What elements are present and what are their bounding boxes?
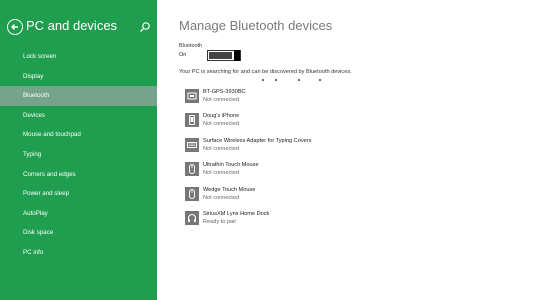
sidebar-item-display[interactable]: Display xyxy=(0,67,157,87)
sidebar-item-disk-space[interactable]: Disk space xyxy=(0,223,157,243)
main-content: Manage Bluetooth devices Bluetooth On Yo… xyxy=(157,0,534,300)
sidebar-item-pc-info[interactable]: PC info xyxy=(0,243,157,263)
device-name: Wedge Touch Mouse xyxy=(203,186,256,193)
sidebar-item-label: PC info xyxy=(23,248,44,256)
device-name: Doug's iPhone xyxy=(203,113,240,120)
search-status-text: Your PC is searching for and can be disc… xyxy=(179,69,352,75)
bluetooth-toggle[interactable] xyxy=(207,50,241,61)
device-status: Ready to pair xyxy=(203,218,237,225)
toggle-thumb xyxy=(234,50,240,61)
sidebar-item-typing[interactable]: Typing xyxy=(0,145,157,165)
progress-dot xyxy=(275,79,277,81)
bluetooth-state: On xyxy=(179,52,187,58)
device-name: Ultrathin Touch Mouse xyxy=(203,162,259,169)
gps-device-icon xyxy=(185,89,199,103)
sidebar-item-label: Corners and edges xyxy=(23,170,76,178)
sidebar-item-label: Bluetooth xyxy=(23,92,50,100)
progress-dot xyxy=(262,79,264,81)
sidebar-item-label: Devices xyxy=(23,111,46,119)
sidebar-item-lock-screen[interactable]: Lock screen xyxy=(0,47,157,67)
sidebar-item-bluetooth[interactable]: Bluetooth xyxy=(0,86,157,106)
sidebar-item-label: Typing xyxy=(23,150,42,158)
device-status: Not connected xyxy=(203,97,240,103)
toggle-fill xyxy=(209,52,232,59)
phone-icon xyxy=(185,113,199,128)
sidebar-item-label: Display xyxy=(23,72,44,80)
sidebar-item-label: Lock screen xyxy=(23,53,57,60)
sidebar-item-mouse-and-touchpad[interactable]: Mouse and touchpad xyxy=(0,125,157,145)
sidebar: PC and devices Lock screen Display Bluet… xyxy=(0,0,157,300)
sidebar-item-label: AutoPlay xyxy=(23,209,48,217)
progress-dot xyxy=(298,79,300,81)
sidebar-item-label: Power and sleep xyxy=(23,190,70,198)
sidebar-header: PC and devices xyxy=(7,18,153,37)
keyboard-icon xyxy=(185,137,199,152)
back-arrow-icon[interactable] xyxy=(7,19,23,35)
page-title: Manage Bluetooth devices xyxy=(179,18,333,33)
progress-dot xyxy=(319,79,321,81)
device-status: Not connected xyxy=(203,194,240,201)
mouse-icon xyxy=(185,162,199,177)
sidebar-item-autoplay[interactable]: AutoPlay xyxy=(0,204,157,224)
sidebar-title: PC and devices xyxy=(26,18,118,33)
headphones-icon xyxy=(185,210,199,225)
sidebar-item-label: Disk space xyxy=(23,229,54,237)
device-name: BT-GPS-3930BC xyxy=(203,89,246,95)
device-status: Not connected xyxy=(203,121,240,128)
device-status: Not connected xyxy=(203,145,240,152)
bluetooth-label: Bluetooth xyxy=(179,43,203,49)
sidebar-nav: Lock screen Display Bluetooth Devices Mo… xyxy=(0,47,157,263)
progress-dots xyxy=(262,79,362,83)
device-name: SiriusXM Lynx Home Dock xyxy=(203,210,270,217)
device-name: Surface Wireless Adapter for Typing Cove… xyxy=(203,137,312,144)
sidebar-item-power-and-sleep[interactable]: Power and sleep xyxy=(0,184,157,204)
sidebar-item-corners-and-edges[interactable]: Corners and edges xyxy=(0,165,157,185)
sidebar-item-label: Mouse and touchpad xyxy=(23,131,81,139)
sidebar-item-devices[interactable]: Devices xyxy=(0,106,157,126)
device-status: Not connected xyxy=(203,170,240,177)
search-icon[interactable] xyxy=(139,20,151,32)
mouse-icon xyxy=(185,186,199,201)
